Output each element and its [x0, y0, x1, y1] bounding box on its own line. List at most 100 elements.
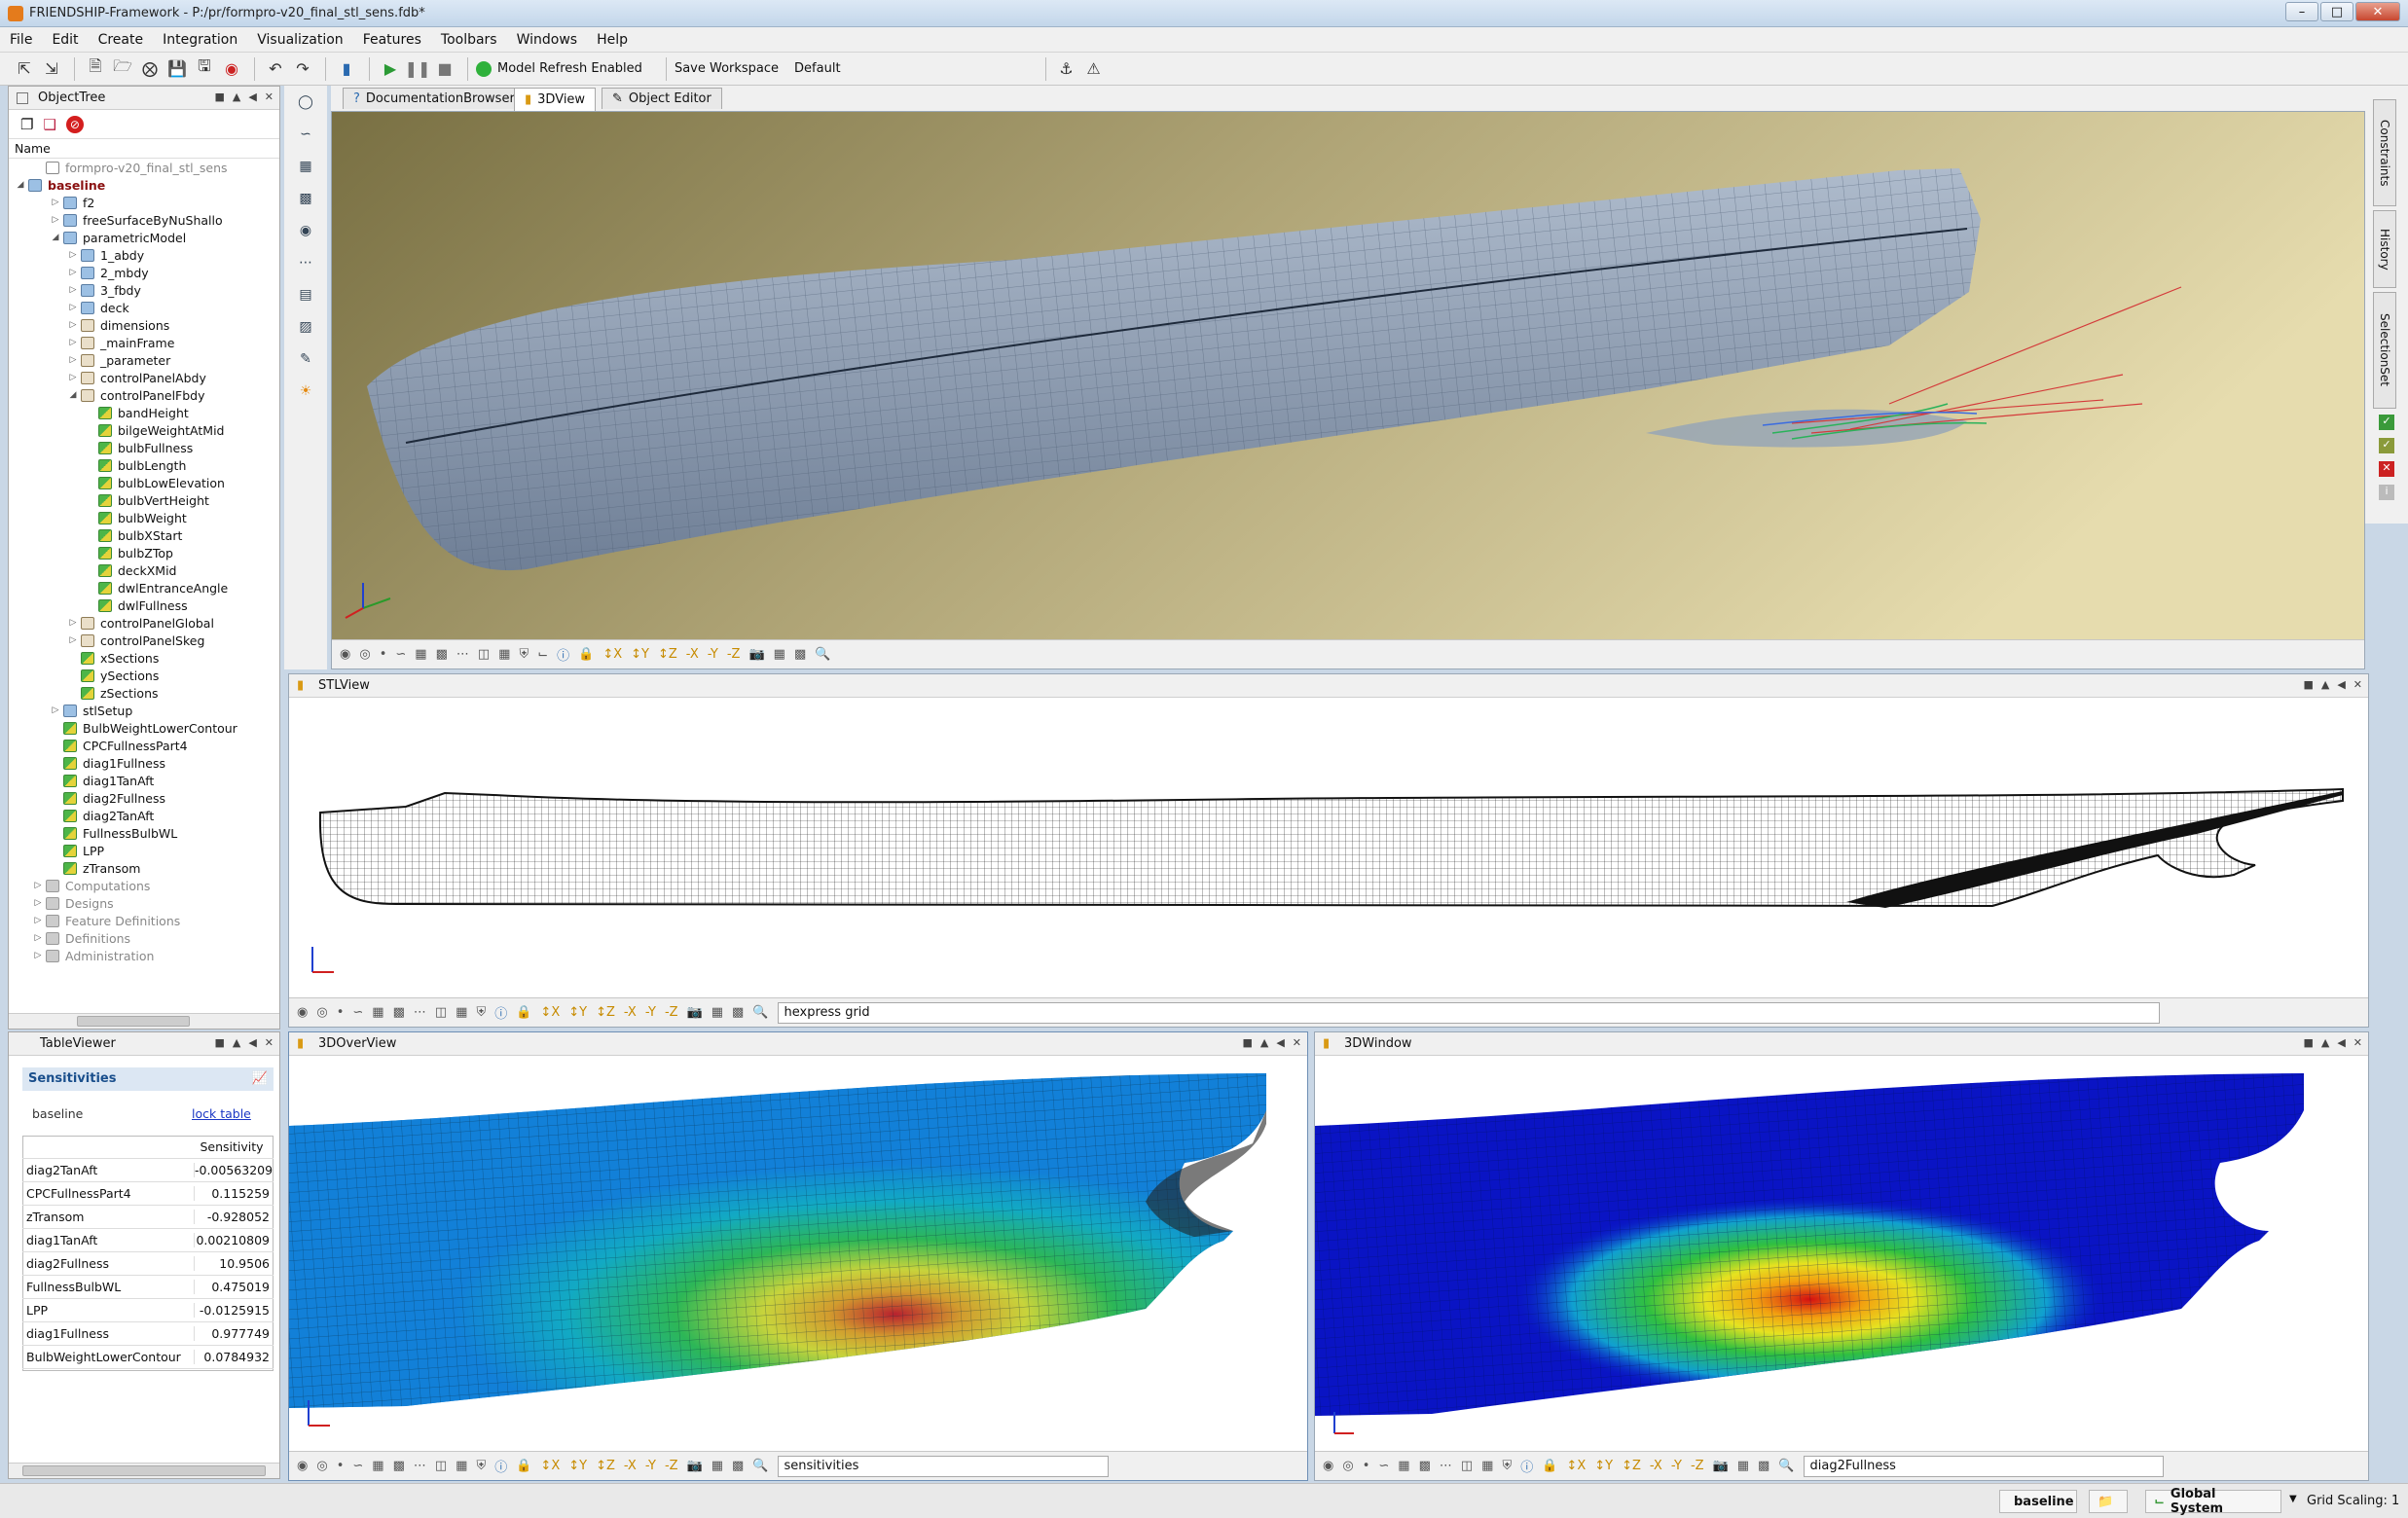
scrollbar-thumb[interactable] — [77, 1016, 190, 1027]
tree-item[interactable]: ◢ controlPanelFbdy — [67, 386, 205, 404]
open-folder-icon[interactable]: 🗁 — [110, 56, 135, 82]
tree-item[interactable]: ▷ Computations — [32, 877, 151, 894]
grid-icon[interactable]: ▦ — [711, 1459, 723, 1473]
view-y-icon[interactable]: ↕Y — [631, 647, 649, 662]
zoom-icon[interactable]: 🔍 — [815, 647, 830, 662]
tab-history[interactable]: History — [2373, 210, 2396, 288]
view-grid-icon[interactable]: ▦ — [456, 1459, 467, 1473]
maximize-button[interactable]: □ — [2320, 2, 2353, 21]
model-refresh-toggle[interactable]: Model Refresh Enabled — [476, 60, 642, 77]
search-icon[interactable]: 🔍 — [752, 1005, 768, 1020]
tree-expander-icon[interactable]: ▷ — [32, 933, 44, 943]
tree-item[interactable]: ▷ stlSetup — [50, 702, 133, 719]
script-icon[interactable]: ▮ — [334, 56, 359, 82]
view-solid-icon[interactable]: ◉ — [297, 1005, 308, 1020]
scrollbar-thumb[interactable] — [22, 1465, 266, 1476]
tree-expander-icon[interactable]: ▷ — [67, 320, 79, 330]
lock-icon[interactable]: 🔒 — [516, 1005, 531, 1020]
view-z-icon[interactable]: ↕Z — [596, 1459, 615, 1473]
tree-item[interactable]: diag1TanAft — [50, 772, 154, 789]
stl-object-field[interactable]: hexpress grid — [777, 1001, 2160, 1024]
tree-expander-icon[interactable]: ▷ — [50, 215, 61, 225]
view-x-icon[interactable]: ↕X — [602, 647, 622, 662]
view-wire-icon[interactable]: ◎ — [359, 647, 370, 662]
close-project-icon[interactable]: ⨂ — [137, 56, 163, 82]
lock-icon[interactable]: 🔒 — [578, 647, 594, 662]
copy-icon[interactable]: ❐ — [20, 116, 33, 133]
menu-features[interactable]: Features — [363, 32, 421, 48]
tree-item[interactable]: ◢ baseline — [15, 176, 106, 194]
tree-item[interactable]: bulbLength — [85, 456, 186, 474]
panel-close-icon[interactable]: ✕ — [2353, 1036, 2362, 1049]
tree-item[interactable]: bulbXStart — [85, 526, 182, 544]
view-offset-icon[interactable]: ⋯ — [456, 647, 469, 662]
tree-expander-icon[interactable]: ▷ — [50, 705, 61, 715]
view-sections-icon[interactable]: ◫ — [1461, 1459, 1473, 1473]
view-shield-icon[interactable]: ⛨ — [519, 647, 529, 662]
view-mesh-icon[interactable]: ▩ — [436, 647, 448, 662]
view-curve-icon[interactable]: ∽ — [352, 1005, 363, 1020]
tree-item[interactable]: bulbLowElevation — [85, 474, 225, 491]
view-neg-y-icon[interactable]: -Y — [708, 647, 718, 662]
view-solid-icon[interactable]: ◉ — [297, 1459, 308, 1473]
play-icon[interactable]: ▶ — [378, 56, 403, 82]
panel-left-icon[interactable]: ◀ — [1276, 1036, 1284, 1049]
tree-expander-icon[interactable]: ◢ — [15, 180, 26, 190]
3d-hull-render[interactable] — [332, 112, 2365, 669]
tree-item[interactable]: ▷ 1_abdy — [67, 246, 145, 264]
tree-item[interactable]: ▷ _mainFrame — [67, 334, 175, 351]
ship-tool-icon[interactable]: ⚓ — [1054, 56, 1079, 82]
menu-help[interactable]: Help — [597, 32, 628, 48]
tab-3dview[interactable]: ▮ 3DView — [514, 88, 597, 111]
tree-item[interactable]: LPP — [50, 842, 104, 859]
tree-expander-icon[interactable]: ▷ — [32, 898, 44, 908]
save-workspace-button[interactable]: Save Workspace — [675, 61, 779, 76]
view-neg-y-icon[interactable]: -Y — [1671, 1459, 1682, 1473]
new-file-icon[interactable]: 🗎 — [83, 56, 108, 82]
view-neg-y-icon[interactable]: -Y — [645, 1005, 656, 1020]
view-surface-icon[interactable]: ▦ — [1398, 1459, 1409, 1473]
panel-float-icon[interactable]: ■ — [214, 90, 224, 103]
camera-icon[interactable]: 📷 — [748, 647, 764, 662]
view-mesh-icon[interactable]: ▩ — [393, 1005, 405, 1020]
volume-tool-icon[interactable]: ◉ — [294, 223, 317, 246]
view-offset-icon[interactable]: ⋯ — [414, 1005, 426, 1020]
tree-expander-icon[interactable]: ▷ — [67, 618, 79, 628]
tree-item[interactable]: diag2TanAft — [50, 807, 154, 824]
tree-expander-icon[interactable]: ▷ — [67, 635, 79, 645]
view-x-icon[interactable]: ↕X — [540, 1005, 560, 1020]
pause-icon[interactable]: ❚❚ — [405, 56, 431, 82]
tree-item[interactable]: dwlEntranceAngle — [85, 579, 228, 596]
lock-icon[interactable]: 🔒 — [516, 1459, 531, 1473]
tree-expander-icon[interactable]: ◢ — [50, 233, 61, 242]
tree-item[interactable]: ▷ deck — [67, 299, 129, 316]
table-row[interactable]: CPCFullnessPart4 0.115259 — [22, 1182, 274, 1206]
view-wire-icon[interactable]: ◎ — [316, 1005, 327, 1020]
tree-item[interactable]: ▷ freeSurfaceByNuShallo — [50, 211, 223, 229]
view-point-icon[interactable]: • — [337, 1005, 345, 1020]
view-solid-icon[interactable]: ◉ — [340, 647, 350, 662]
view-grid-icon[interactable]: ▦ — [498, 647, 510, 662]
tree-item[interactable]: ▷ Definitions — [32, 929, 131, 947]
camera-icon[interactable]: 📷 — [687, 1005, 703, 1020]
view-shield-icon[interactable]: ⛨ — [1502, 1459, 1512, 1473]
view-curve-icon[interactable]: ∽ — [395, 647, 406, 662]
save-icon[interactable]: 💾 — [164, 56, 190, 82]
select-tool-icon[interactable]: ⇱ — [12, 56, 37, 82]
panel-up-icon[interactable]: ▲ — [233, 90, 240, 103]
panel-left-icon[interactable]: ◀ — [248, 90, 256, 103]
tree-item[interactable]: ▷ _parameter — [67, 351, 171, 369]
view-axes-icon[interactable]: ⌙ — [537, 647, 548, 662]
pick-tool-icon[interactable]: ⇲ — [39, 56, 64, 82]
redo-icon[interactable]: ↷ — [290, 56, 315, 82]
stop-icon[interactable]: ◉ — [219, 56, 244, 82]
check-olive-icon[interactable]: ✓ — [2379, 438, 2394, 453]
tab-object-editor[interactable]: ✎ Object Editor — [602, 88, 722, 109]
error-icon[interactable]: ✕ — [2379, 461, 2394, 477]
table-row[interactable]: FullnessBulbWL 0.475019 — [22, 1276, 274, 1299]
chart-icon[interactable]: 📈 — [252, 1067, 268, 1091]
window-object-field[interactable]: diag2Fullness — [1803, 1455, 2164, 1477]
tree-item[interactable]: CPCFullnessPart4 — [50, 737, 188, 754]
tree-expander-icon[interactable]: ▷ — [67, 285, 79, 295]
view-mesh-icon[interactable]: ▩ — [393, 1459, 405, 1473]
